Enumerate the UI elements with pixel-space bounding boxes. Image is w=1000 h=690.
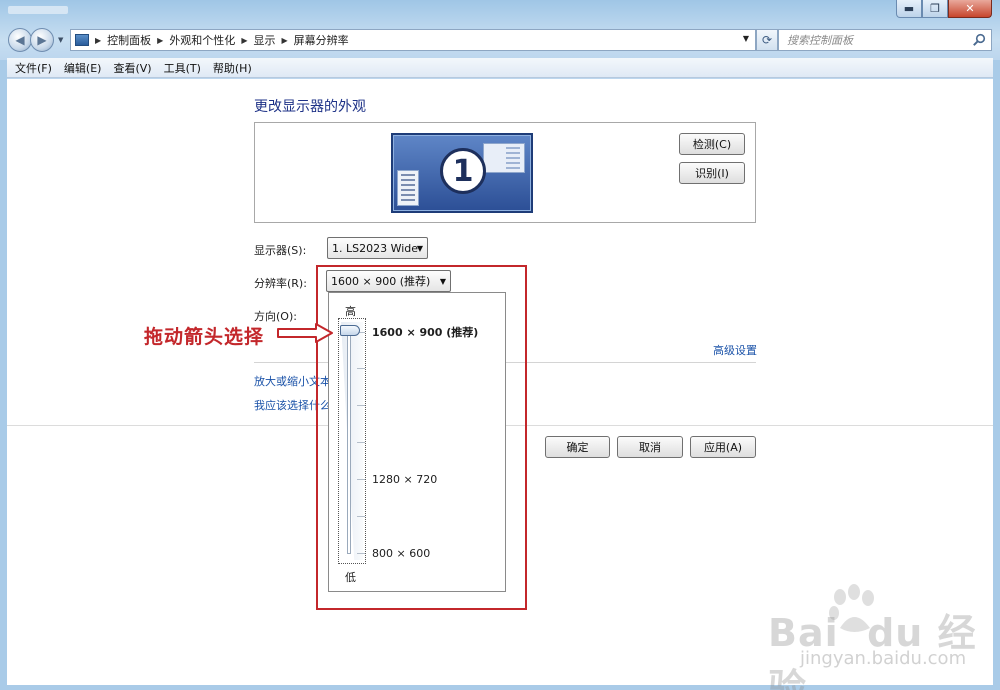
window-border-left [0,60,7,690]
restore-icon: ❐ [930,2,940,15]
annotation-arrow-icon [277,323,333,343]
chevron-right-icon[interactable]: ▶ [95,36,101,45]
cancel-button[interactable]: 取消 [617,436,683,458]
recent-pages-dropdown-icon[interactable]: ▼ [58,36,63,44]
window-thumbnail-icon [397,170,419,206]
watermark-brand: Bai du 经验 [768,611,977,690]
window-thumbnail-icon [483,143,525,173]
search-placeholder: 搜索控制面板 [787,34,853,47]
address-bar[interactable]: ▶ 控制面板 ▶ 外观和个性化 ▶ 显示 ▶ 屏幕分辨率 ▼ [70,29,756,51]
minimize-button[interactable]: ▬ [896,0,922,18]
search-input[interactable]: 搜索控制面板 [778,29,992,51]
breadcrumb-item[interactable]: 屏幕分辨率 [294,32,349,48]
menu-view[interactable]: 查看(V) [113,60,151,76]
display-label: 显示器(S): [254,244,307,257]
chevron-down-icon: ▼ [416,244,423,253]
address-dropdown-icon[interactable]: ▼ [743,34,749,43]
window-border-right [993,60,1000,690]
display-select-value: 1. LS2023 Wide [332,241,419,255]
watermark-url: jingyan.baidu.com [800,648,967,669]
search-icon[interactable] [972,33,986,47]
resolution-label: 分辨率(R): [254,277,307,290]
identify-button[interactable]: 识别(I) [679,162,745,184]
menu-help[interactable]: 帮助(H) [213,60,252,76]
menu-bar: 文件(F) 编辑(E) 查看(V) 工具(T) 帮助(H) [7,58,993,78]
chevron-right-icon[interactable]: ▶ [281,36,287,45]
annotation-text: 拖动箭头选择 [144,326,265,348]
minimize-icon: ▬ [903,2,915,15]
refresh-icon: ⟳ [761,33,773,47]
forward-button[interactable]: ▶ [30,28,54,52]
refresh-button[interactable]: ⟳ [756,29,778,51]
advanced-settings-link[interactable]: 高级设置 [713,342,757,358]
window-title [8,6,68,14]
page-title: 更改显示器的外观 [254,99,366,115]
close-button[interactable]: ✕ [948,0,992,18]
breadcrumb-item[interactable]: 控制面板 [107,32,151,48]
monitor-number-badge: 1 [440,148,486,194]
control-panel-icon [75,34,89,46]
chevron-right-icon[interactable]: ▶ [241,36,247,45]
back-arrow-icon: ◀ [15,33,25,47]
chevron-right-icon[interactable]: ▶ [157,36,163,45]
breadcrumb-item[interactable]: 显示 [253,32,275,48]
back-button[interactable]: ◀ [8,28,32,52]
navigation-bar: ◀ ▶ ▼ ▶ 控制面板 ▶ 外观和个性化 ▶ 显示 ▶ 屏幕分辨率 ▼ ⟳ 搜… [8,28,992,52]
ok-button[interactable]: 确定 [545,436,610,458]
maximize-button[interactable]: ❐ [922,0,948,18]
window-controls: ▬ ❐ ✕ [896,0,992,18]
menu-edit[interactable]: 编辑(E) [64,60,102,76]
forward-arrow-icon: ▶ [37,33,47,47]
display-select[interactable]: 1. LS2023 Wide ▼ [327,237,428,259]
close-icon: ✕ [965,2,975,15]
apply-button[interactable]: 应用(A) [690,436,756,458]
annotation-highlight-box [316,265,527,610]
breadcrumb-item[interactable]: 外观和个性化 [169,32,235,48]
menu-tools[interactable]: 工具(T) [164,60,201,76]
menu-file[interactable]: 文件(F) [15,60,52,76]
detect-button[interactable]: 检测(C) [679,133,745,155]
